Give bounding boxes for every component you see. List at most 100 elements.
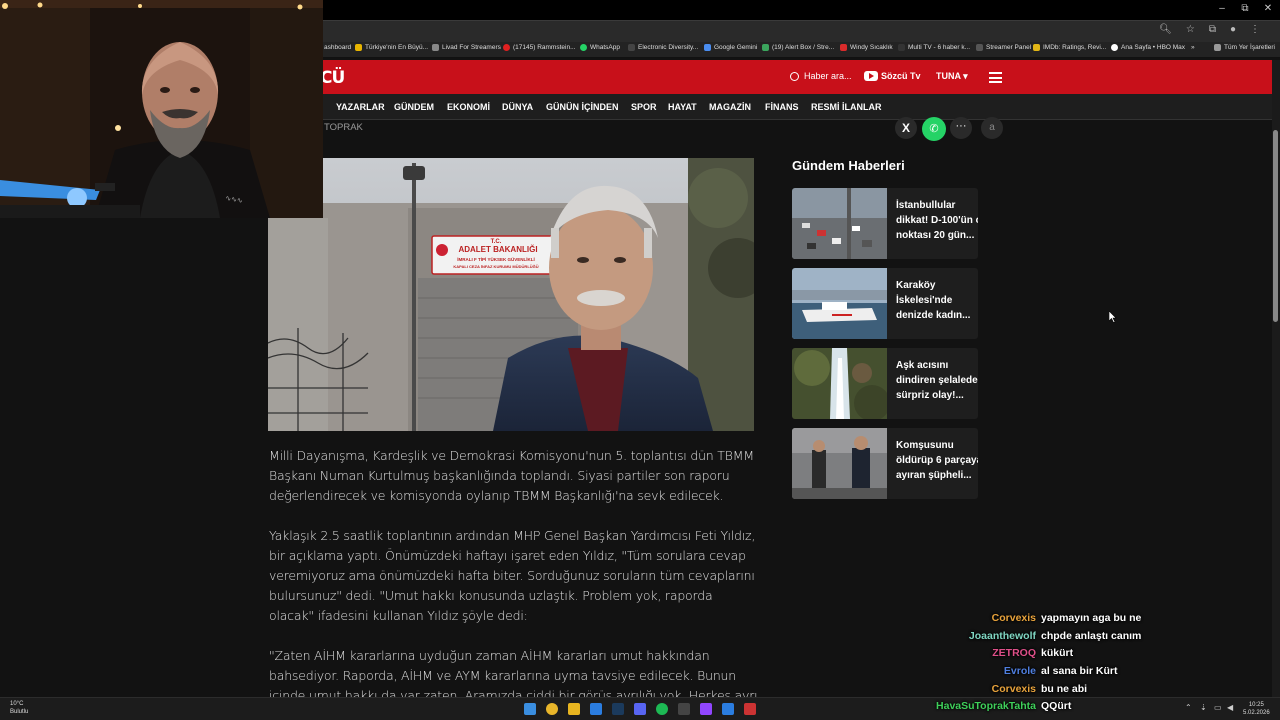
chat-username: HavaSuToprakTahta xyxy=(936,700,1036,712)
twitch-icon[interactable] xyxy=(700,703,712,715)
whatsapp-icon xyxy=(580,44,587,51)
article-author[interactable]: TOPRAK xyxy=(324,122,363,133)
nav-item-hayat[interactable]: HAYAT xyxy=(668,102,697,112)
menu-icon[interactable]: ⋮ xyxy=(1250,24,1260,35)
share-whatsapp-icon[interactable]: ✆ xyxy=(922,117,946,141)
bookmark-icon xyxy=(1111,44,1118,51)
sidebar-news-card[interactable]: Karaköy İskelesi'nde denizde kadın... xyxy=(792,268,978,339)
chat-username: Joaanthewolf xyxy=(968,630,1036,642)
user-menu[interactable]: TUNA ▾ xyxy=(936,71,968,82)
maximize-button[interactable]: ⧉ xyxy=(1233,3,1257,14)
weather-desc: Bulutlu xyxy=(10,709,29,715)
search-icon xyxy=(790,71,799,81)
news-thumbnail xyxy=(792,348,887,419)
font-size-icon[interactable]: a xyxy=(981,117,1003,139)
chat-text: bu ne abi xyxy=(1041,683,1088,695)
tray-icon[interactable]: ⇣ xyxy=(1200,703,1207,712)
imdb-icon xyxy=(1033,44,1040,51)
windy-icon xyxy=(840,44,847,51)
site-logo[interactable]: CÜ xyxy=(320,68,345,88)
spotify-icon[interactable] xyxy=(656,703,668,715)
nav-item-gunun-icinden[interactable]: GÜNÜN İÇİNDEN xyxy=(546,102,619,112)
chat-text: kükürt xyxy=(1041,647,1074,659)
sidebar-news-card[interactable]: Komşusunu öldürüp 6 parçaya ayıran şüphe… xyxy=(792,428,978,499)
bookmark-item[interactable]: (17145) Rammstein... xyxy=(503,44,576,51)
nav-item-ekonomi[interactable]: EKONOMİ xyxy=(447,102,490,112)
clock-time: 10:25 xyxy=(1248,702,1264,708)
app-icon[interactable] xyxy=(678,703,690,715)
bookmark-icon xyxy=(432,44,439,51)
bookmarks-overflow-button[interactable]: » xyxy=(1191,44,1195,51)
all-bookmarks[interactable]: Tüm Yer İşaretleri xyxy=(1214,44,1275,51)
nav-item-spor[interactable]: SPOR xyxy=(631,102,657,112)
bookmark-item[interactable]: ashboard xyxy=(324,44,351,51)
article-image-illustration: T.C. ADALET BAKANLIĞI İMRALI F TİPİ YÜKS… xyxy=(268,158,754,431)
start-icon[interactable] xyxy=(524,703,536,715)
article-body: Milli Dayanışma, Kardeşlik ve Demokrasi … xyxy=(269,446,759,720)
tv-label: Sözcü Tv xyxy=(881,71,921,81)
steam-icon[interactable] xyxy=(612,703,624,715)
bookmark-item[interactable]: Windy Sıcaklık xyxy=(840,44,893,51)
bookmark-item[interactable]: Türkiye'nin En Büyü... xyxy=(355,44,428,51)
bookmark-icon xyxy=(762,44,769,51)
network-icon[interactable]: ▭ xyxy=(1214,703,1222,712)
weather-widget[interactable]: 10°C Bulutlu xyxy=(10,700,28,716)
file-explorer-icon[interactable] xyxy=(568,703,580,715)
bookmark-item[interactable]: Multi TV - 6 haber k... xyxy=(898,44,970,51)
article-paragraph: Yaklaşık 2.5 saatlik toplantının ardında… xyxy=(269,528,756,623)
news-headline: Karaköy İskelesi'nde denizde kadın... xyxy=(896,280,971,321)
nav-item-magazin[interactable]: MAGAZİN xyxy=(709,102,751,112)
mouse-cursor-icon xyxy=(1109,311,1117,323)
bookmark-star-icon[interactable]: ☆ xyxy=(1186,24,1195,35)
screen: – ⧉ ✕ 🔍︎ ☆ ⧉ ● ⋮ ashboard Türkiye'nin En… xyxy=(0,0,1280,720)
nav-item-gundem[interactable]: GÜNDEM xyxy=(394,102,434,112)
discord-icon[interactable] xyxy=(634,703,646,715)
bookmark-item[interactable]: Google Gemini xyxy=(704,44,757,51)
zoom-icon[interactable]: 🔍︎ xyxy=(1159,24,1172,35)
hamburger-menu-icon[interactable] xyxy=(989,72,1002,86)
weather-temp: 10°C xyxy=(10,701,24,707)
webcam-feed: ∿∿∿ xyxy=(0,0,323,218)
sozcu-tv-link[interactable]: Sözcü Tv xyxy=(864,71,921,81)
page-scrollbar-thumb[interactable] xyxy=(1273,130,1278,322)
system-clock[interactable]: 10:25 5.02.2026 xyxy=(1243,701,1270,717)
app-icon[interactable] xyxy=(722,703,734,715)
news-thumbnail xyxy=(792,268,887,339)
clock-date: 5.02.2026 xyxy=(1243,710,1270,716)
app-icon[interactable] xyxy=(744,703,756,715)
share-more-icon[interactable]: ··· xyxy=(950,117,972,139)
sidebar-news-card[interactable]: İstanbullular dikkat! D-100'ün o noktası… xyxy=(792,188,978,259)
bookmark-item[interactable]: (19) Alert Box / Stre... xyxy=(762,44,834,51)
nav-item-yazarlar[interactable]: YAZARLAR xyxy=(336,102,385,112)
sidebar-title: Gündem Haberleri xyxy=(792,158,905,173)
nav-item-finans[interactable]: FİNANS xyxy=(765,102,799,112)
chat-username: ZETROQ xyxy=(992,647,1036,659)
youtube-icon xyxy=(503,44,510,51)
nav-item-resmi-ilanlar[interactable]: RESMİ İLANLAR xyxy=(811,102,882,112)
article-main-image: T.C. ADALET BAKANLIĞI İMRALI F TİPİ YÜKS… xyxy=(268,158,754,431)
bookmark-item[interactable]: WhatsApp xyxy=(580,44,620,51)
bookmark-item[interactable]: Livad For Streamers xyxy=(432,44,501,51)
bookmark-item[interactable]: Electronic Diversity... xyxy=(628,44,698,51)
chat-text: chpde anlaştı canım xyxy=(1041,630,1142,642)
chrome-icon[interactable] xyxy=(546,703,558,715)
app-icon[interactable] xyxy=(590,703,602,715)
extensions-icon[interactable]: ⧉ xyxy=(1209,24,1216,35)
bookmark-item[interactable]: Streamer Panel xyxy=(976,44,1031,51)
bookmark-item[interactable]: IMDb: Ratings, Revi... xyxy=(1033,44,1106,51)
sidebar-news-card[interactable]: Aşk acısını dindiren şelalede sürpriz ol… xyxy=(792,348,978,419)
profile-icon[interactable]: ● xyxy=(1230,24,1236,35)
bookmark-item[interactable]: Ana Sayfa • HBO Max xyxy=(1111,44,1185,51)
sign-line2: ADALET BAKANLIĞI xyxy=(458,245,537,254)
windows-taskbar: 10°C Bulutlu HavaSuToprakTahta QQürt ⌃ ⇣… xyxy=(0,697,1280,720)
site-search[interactable]: Haber ara... xyxy=(790,71,852,81)
close-button[interactable]: ✕ xyxy=(1256,3,1280,14)
tray-chevron-icon[interactable]: ⌃ xyxy=(1185,703,1192,712)
volume-icon[interactable]: ◀ xyxy=(1227,703,1233,712)
share-x-icon[interactable]: X xyxy=(895,117,917,139)
nav-item-dunya[interactable]: DÜNYA xyxy=(502,102,533,112)
sign-line4: KAPALI CEZA İNFAZ KURUMU MÜDÜRLÜĞÜ xyxy=(453,264,538,269)
news-headline: Aşk acısını dindiren şelalede sürpriz ol… xyxy=(896,360,978,401)
folder-icon xyxy=(1214,44,1221,51)
minimize-button[interactable]: – xyxy=(1210,3,1234,14)
